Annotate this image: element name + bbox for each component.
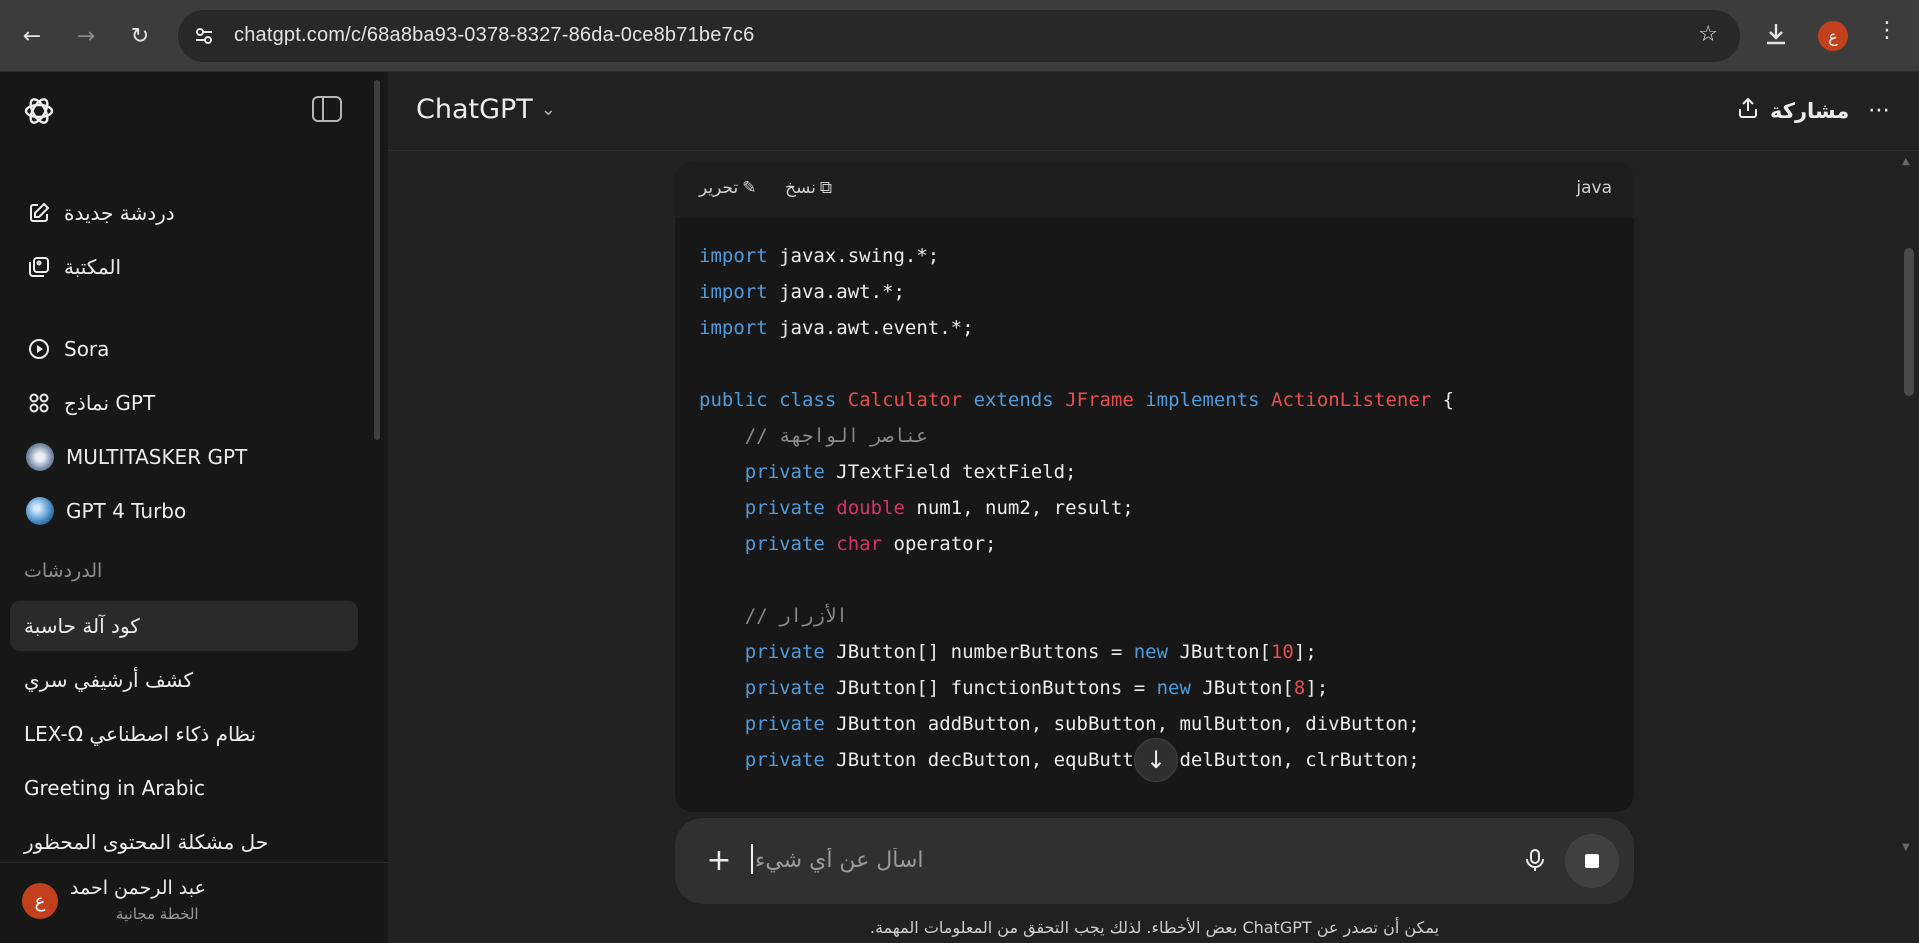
sidebar-item-new-chat[interactable]: دردشة جديدة — [10, 188, 388, 238]
divider — [388, 150, 1919, 151]
chevron-down-icon: ⌄ — [540, 99, 556, 120]
new-chat-icon — [26, 200, 52, 226]
scroll-down-arrow-icon[interactable]: ▼ — [1902, 842, 1910, 853]
code-line: import javax.swing.*; — [699, 245, 940, 267]
chat-list-item[interactable]: كشف أرشيفي سري — [10, 655, 358, 705]
more-options-icon[interactable]: ⋯ — [1868, 98, 1891, 123]
address-bar[interactable]: chatgpt.com/c/68a8ba93-0378-8327-86da-0c… — [178, 10, 1740, 62]
code-language-label: java — [1576, 178, 1612, 198]
chat-list-item[interactable]: LEX-Ω نظام ذكاء اصطناعي — [10, 709, 358, 759]
library-icon — [26, 254, 52, 280]
sidebar: دردشة جديدة المكتبة Sora نماذج GPT MULTI… — [0, 72, 388, 943]
code-line: private JButton[] functionButtons = new … — [744, 677, 1329, 699]
arrow-down-icon: ↓ — [1145, 746, 1167, 774]
stop-generating-button[interactable] — [1565, 834, 1619, 888]
edit-code-button[interactable]: تحرير ✎ — [699, 178, 756, 198]
copy-icon: ⧉ — [819, 178, 833, 198]
code-block-header: java تحرير ✎ نسخ ⧉ — [675, 162, 1634, 218]
scroll-up-arrow-icon[interactable]: ▲ — [1902, 156, 1910, 167]
custom-gpt-avatar — [26, 443, 54, 471]
share-button[interactable]: مشاركة — [1736, 96, 1849, 125]
chat-list-item[interactable]: Greeting in Arabic — [10, 763, 358, 813]
stop-icon — [1585, 854, 1599, 868]
pencil-icon: ✎ — [742, 178, 757, 198]
code-line: public class Calculator extends JFrame i… — [699, 389, 1455, 411]
sidebar-item-label: GPT 4 Turbo — [66, 499, 187, 523]
model-label: ChatGPT — [416, 94, 533, 125]
sidebar-item-library[interactable]: المكتبة — [10, 242, 388, 292]
gpts-grid-icon — [26, 390, 52, 416]
arrow-right-icon: → — [76, 23, 96, 49]
plus-icon: + — [706, 842, 732, 878]
code-line: private JTextField textField; — [744, 461, 1077, 483]
sidebar-toggle-icon[interactable] — [312, 96, 342, 122]
bookmark-star-icon[interactable]: ☆ — [1698, 22, 1718, 47]
microphone-icon — [1526, 849, 1544, 871]
dictate-button[interactable] — [1517, 842, 1553, 878]
main-scrollbar-thumb[interactable] — [1904, 248, 1914, 396]
sidebar-item-label: نماذج GPT — [64, 391, 156, 415]
custom-gpt-avatar — [26, 497, 54, 525]
sidebar-item-gpt-4-turbo[interactable]: GPT 4 Turbo — [10, 486, 388, 536]
code-line: // عناصر الواجهة — [744, 425, 928, 447]
chat-list-item[interactable]: كود آلة حاسبة — [10, 601, 358, 651]
code-line: import java.awt.*; — [699, 281, 905, 303]
user-plan: الخطة مجانية — [116, 905, 199, 923]
site-info-icon[interactable] — [190, 22, 218, 50]
sidebar-item-label: دردشة جديدة — [64, 201, 175, 225]
prompt-input[interactable] — [755, 840, 1515, 880]
code-line: private double num1, num2, result; — [744, 497, 1134, 519]
user-account-menu[interactable]: ع عبد الرحمن احمد الخطة مجانية — [0, 862, 388, 943]
back-button[interactable]: ← — [14, 18, 50, 54]
text-caret — [751, 844, 753, 874]
code-line: private char operator; — [744, 533, 997, 555]
reload-icon: ↻ — [130, 23, 150, 49]
user-name: عبد الرحمن احمد — [70, 877, 206, 899]
browser-toolbar: ← → ↻ chatgpt.com/c/68a8ba93-0378-8327-8… — [0, 0, 1919, 72]
code-line: private JButton decButton, equButton, de… — [744, 749, 1420, 771]
code-content[interactable]: import javax.swing.*; import java.awt.*; i… — [699, 238, 1454, 778]
chats-section-label: الدردشات — [24, 560, 103, 582]
share-label: مشاركة — [1770, 98, 1850, 123]
download-icon[interactable] — [1762, 20, 1790, 52]
scroll-to-bottom-button[interactable]: ↓ — [1134, 738, 1178, 782]
url-text[interactable]: chatgpt.com/c/68a8ba93-0378-8327-86da-0c… — [234, 24, 754, 47]
share-upload-icon — [1736, 96, 1760, 125]
sidebar-item-label: المكتبة — [64, 255, 122, 279]
openai-logo-icon[interactable] — [22, 94, 56, 128]
sidebar-item-label: MULTITASKER GPT — [66, 445, 248, 469]
sora-icon — [26, 336, 52, 362]
code-line: private JButton addButton, subButton, mu… — [744, 713, 1420, 735]
message-composer: + — [675, 818, 1634, 904]
edit-label: تحرير — [699, 178, 739, 198]
browser-menu-icon[interactable]: ⋮ — [1876, 18, 1898, 43]
reload-button[interactable]: ↻ — [122, 18, 158, 54]
model-selector[interactable]: ChatGPT ⌄ — [416, 94, 556, 125]
code-block: java تحرير ✎ نسخ ⧉ import javax.swing.*;… — [675, 162, 1634, 812]
user-avatar: ع — [22, 883, 58, 919]
arrow-left-icon: ← — [22, 23, 42, 49]
profile-avatar[interactable]: ع — [1818, 21, 1848, 51]
sidebar-item-multitasker-gpt[interactable]: MULTITASKER GPT — [10, 432, 388, 482]
code-line: private JButton[] numberButtons = new JB… — [744, 641, 1317, 663]
disclaimer-text: يمكن أن تصدر عن ChatGPT بعض الأخطاء. لذل… — [869, 918, 1440, 937]
code-line: import java.awt.event.*; — [699, 317, 974, 339]
forward-button[interactable]: → — [68, 18, 104, 54]
copy-code-button[interactable]: نسخ ⧉ — [785, 178, 832, 198]
copy-label: نسخ — [785, 178, 816, 198]
sidebar-item-gpts[interactable]: نماذج GPT — [10, 378, 388, 428]
code-line: // الأزرار — [744, 605, 848, 627]
sidebar-item-sora[interactable]: Sora — [10, 324, 388, 374]
add-attachment-button[interactable]: + — [699, 840, 739, 880]
sidebar-item-label: Sora — [64, 337, 110, 361]
chat-list-item[interactable]: حل مشكلة المحتوى المحظور — [10, 817, 358, 867]
